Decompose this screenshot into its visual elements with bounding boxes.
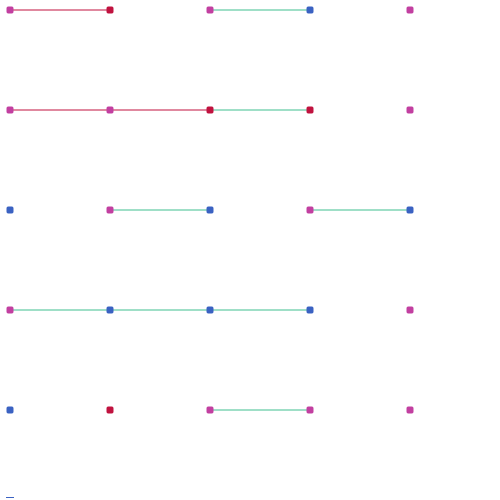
grid-dot-blue[interactable] [306, 6, 314, 14]
grid-dot-magenta[interactable] [406, 406, 414, 414]
cursor-marker [6, 497, 14, 498]
grid-dot-blue[interactable] [406, 206, 414, 214]
grid-dot-magenta[interactable] [106, 206, 114, 214]
grid-dot-red[interactable] [306, 106, 314, 114]
grid-dot-magenta[interactable] [206, 6, 214, 14]
grid-dot-red[interactable] [106, 6, 114, 14]
grid-dot-red[interactable] [106, 406, 114, 414]
grid-dot-red[interactable] [206, 106, 214, 114]
grid-dot-blue[interactable] [106, 306, 114, 314]
dot-grid-board[interactable] [0, 0, 500, 500]
grid-dot-magenta[interactable] [106, 106, 114, 114]
grid-dot-blue[interactable] [306, 306, 314, 314]
grid-dot-magenta[interactable] [6, 6, 14, 14]
grid-dot-magenta[interactable] [406, 306, 414, 314]
game-board-area [0, 0, 500, 500]
grid-dot-magenta[interactable] [206, 406, 214, 414]
grid-dot-magenta[interactable] [306, 406, 314, 414]
grid-dot-blue[interactable] [6, 406, 14, 414]
grid-dot-blue[interactable] [206, 306, 214, 314]
grid-dot-magenta[interactable] [6, 306, 14, 314]
grid-dot-blue[interactable] [6, 206, 14, 214]
grid-dot-magenta[interactable] [6, 106, 14, 114]
grid-dot-magenta[interactable] [406, 6, 414, 14]
grid-dot-magenta[interactable] [306, 206, 314, 214]
grid-dot-magenta[interactable] [406, 106, 414, 114]
grid-dot-blue[interactable] [206, 206, 214, 214]
